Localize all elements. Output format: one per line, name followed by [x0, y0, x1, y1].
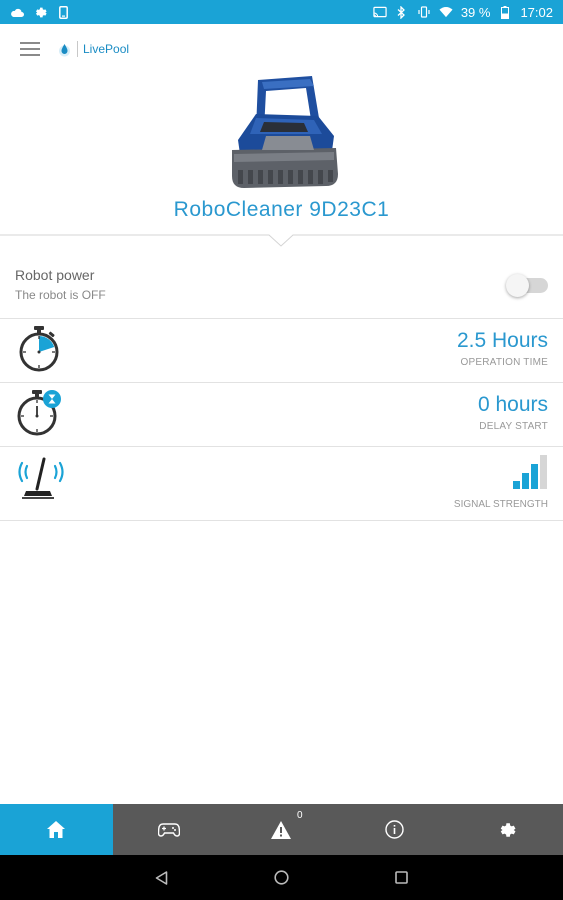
robot-signal-icon	[18, 457, 64, 499]
robot-power-row: Robot power The robot is OFF	[0, 250, 563, 319]
phone-icon	[56, 5, 70, 19]
robot-power-status: The robot is OFF	[15, 288, 106, 302]
cloud-icon	[10, 5, 24, 19]
stopwatch-icon	[19, 326, 59, 372]
app-bar: LivePool	[0, 24, 563, 74]
robot-image	[232, 76, 338, 188]
brand-name: LivePool	[83, 42, 130, 56]
operation-time-value: 2.5 Hours	[456, 329, 548, 352]
bluetooth-icon	[395, 5, 409, 19]
menu-icon[interactable]	[20, 42, 40, 56]
signal-bar-3	[531, 464, 538, 489]
cast-icon	[373, 5, 387, 19]
vibrate-icon	[417, 5, 431, 19]
operation-time-row[interactable]: 2.5 Hours OPERATION TIME	[0, 319, 563, 383]
battery-icon	[498, 5, 512, 19]
info-icon	[384, 820, 404, 839]
home-system-button[interactable]	[274, 870, 290, 886]
warning-icon	[271, 820, 292, 839]
circle-home-icon	[274, 870, 289, 885]
settings-icon	[500, 822, 516, 837]
signal-strength-row: SIGNAL STRENGTH	[0, 447, 563, 521]
delay-start-label: DELAY START	[479, 421, 548, 432]
robot-name: RoboCleaner 9D23C1	[173, 198, 390, 221]
signal-strength-label: SIGNAL STRENGTH	[453, 499, 548, 510]
section-divider	[0, 234, 563, 247]
settings-notification-icon	[33, 5, 47, 19]
robot-power-label: Robot power	[15, 267, 95, 283]
delay-start-row[interactable]: 0 hours DELAY START	[0, 383, 563, 447]
signal-bar-4	[540, 455, 547, 489]
system-navigation-bar	[0, 855, 563, 900]
signal-bar-2	[522, 473, 529, 489]
nav-home[interactable]	[0, 804, 113, 855]
bottom-navigation: 0	[0, 804, 563, 855]
back-button[interactable]	[154, 870, 170, 886]
delay-timer-icon	[17, 390, 61, 436]
nav-alerts[interactable]	[225, 804, 338, 855]
home-icon	[47, 821, 66, 838]
back-icon	[155, 870, 168, 885]
water-drop-icon	[59, 44, 70, 57]
recents-icon	[395, 871, 408, 884]
status-bar: 39 % 17:02	[0, 0, 563, 24]
recents-button[interactable]	[394, 870, 410, 886]
signal-bar-1	[513, 481, 520, 489]
gamepad-icon	[157, 822, 180, 837]
operation-time-label: OPERATION TIME	[460, 357, 548, 368]
alerts-badge: 0	[297, 810, 303, 821]
battery-percent: 39 %	[460, 4, 491, 20]
nav-info[interactable]	[338, 804, 451, 855]
nav-remote-control[interactable]	[113, 804, 226, 855]
clock: 17:02	[520, 4, 553, 20]
wifi-icon	[439, 5, 453, 19]
signal-bars	[513, 455, 547, 489]
nav-settings[interactable]	[450, 804, 563, 855]
delay-start-value: 0 hours	[477, 393, 548, 416]
robot-power-toggle[interactable]	[506, 273, 548, 297]
brand-logo: LivePool	[58, 41, 129, 57]
